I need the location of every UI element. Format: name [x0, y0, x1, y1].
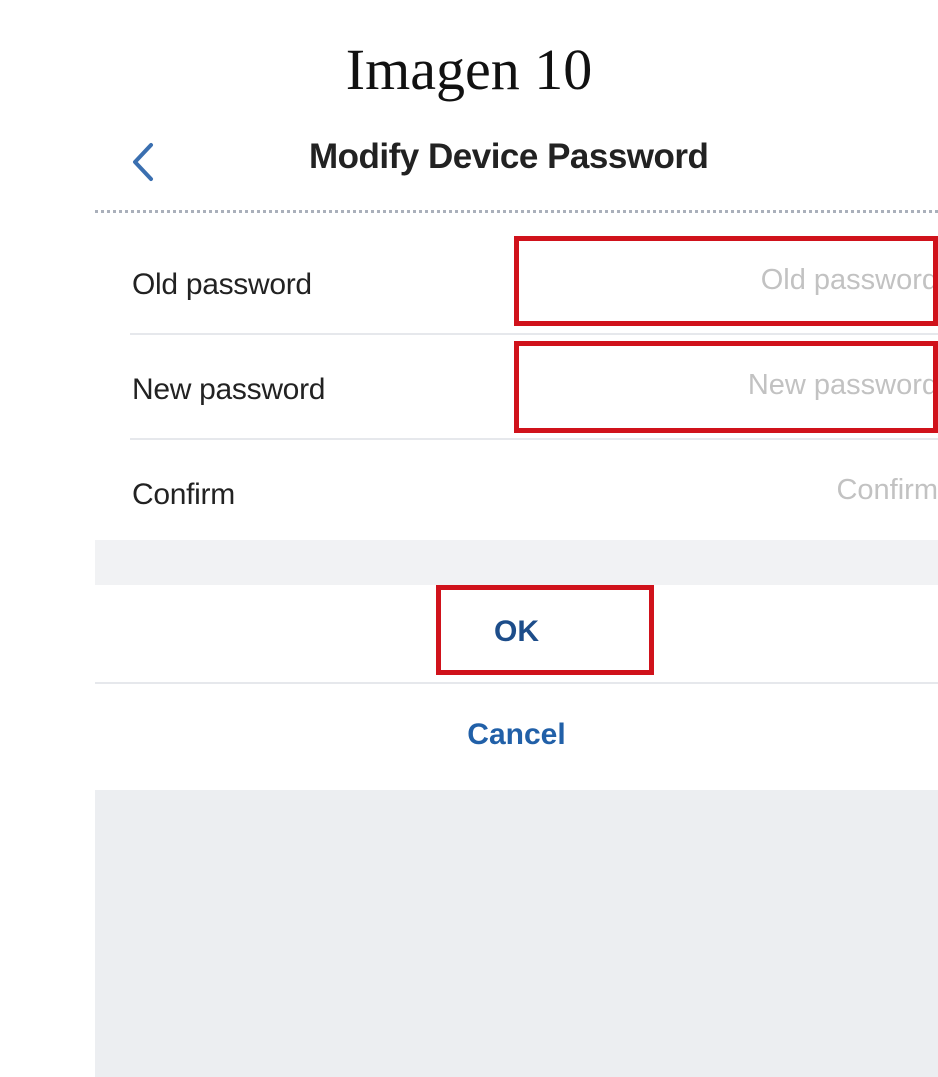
new-password-input[interactable] [519, 343, 938, 427]
confirm-row: Confirm [95, 448, 938, 548]
old-password-row: Old password [95, 238, 938, 338]
button-divider [95, 682, 938, 684]
page-title: Modify Device Password [309, 137, 709, 176]
cancel-button[interactable]: Cancel [95, 713, 938, 757]
new-password-label: New password [132, 373, 326, 406]
old-password-label: Old password [132, 268, 312, 301]
section-spacer [95, 540, 938, 585]
old-password-input[interactable] [519, 238, 938, 322]
row-divider [130, 333, 938, 335]
back-chevron-icon[interactable] [125, 137, 165, 187]
nav-header: Modify Device Password [95, 125, 938, 205]
image-caption: Imagen 10 [345, 37, 593, 102]
ok-button[interactable]: OK [95, 610, 938, 654]
row-divider [130, 438, 938, 440]
empty-background-area [95, 790, 938, 1077]
confirm-input[interactable] [519, 448, 938, 532]
header-divider [95, 210, 938, 213]
new-password-row: New password [95, 343, 938, 443]
confirm-label: Confirm [132, 478, 235, 511]
